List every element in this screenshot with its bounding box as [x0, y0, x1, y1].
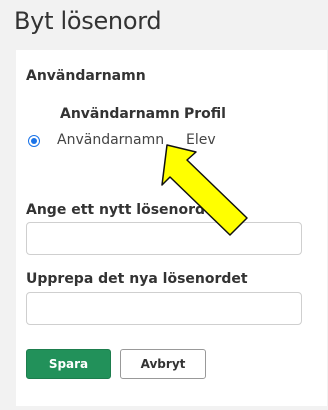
- repeat-password-input[interactable]: [26, 292, 302, 325]
- account-username-cell: Användarnamn: [57, 132, 165, 148]
- cancel-button[interactable]: Avbryt: [120, 349, 206, 379]
- column-header-username: Användarnamn: [60, 106, 180, 122]
- save-button[interactable]: Spara: [26, 349, 111, 379]
- repeat-password-label: Upprepa det nya lösenordet: [26, 271, 248, 287]
- page-title: Byt lösenord: [14, 7, 162, 35]
- new-password-input[interactable]: [26, 222, 302, 255]
- new-password-label: Ange ett nytt lösenord: [26, 202, 206, 218]
- account-radio-button[interactable]: [28, 135, 40, 147]
- section-label: Användarnamn: [26, 68, 146, 84]
- change-password-page: { "page": { "title": "Byt lösenord" }, "…: [0, 0, 328, 410]
- column-header-profile: Profil: [184, 106, 226, 122]
- account-profile-cell: Elev: [186, 132, 216, 148]
- change-password-panel: Användarnamn Användarnamn Profil Använda…: [16, 50, 327, 406]
